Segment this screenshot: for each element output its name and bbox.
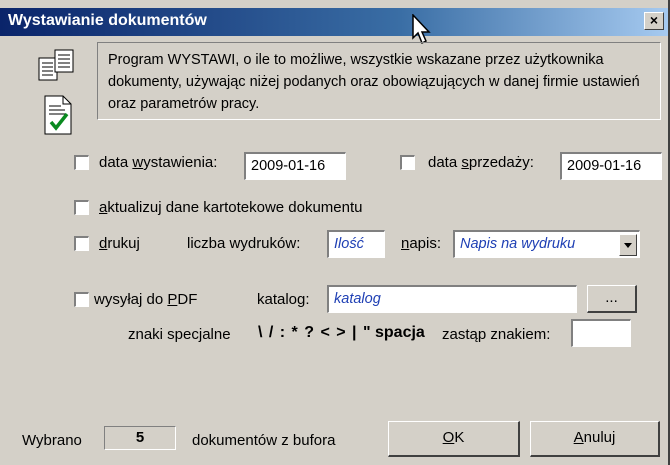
sale-date-row: data sprzedaży: <box>400 154 534 171</box>
issue-date-label: data wystawienia: <box>99 154 218 171</box>
replace-label: zastąp znakiem: <box>442 326 551 343</box>
window-title: Wystawianie dokumentów <box>8 12 207 29</box>
caption-dropdown-value: Napis na wydruku <box>460 236 576 252</box>
copies-field[interactable]: Ilość <box>327 230 385 258</box>
selected-count: 5 <box>104 426 176 450</box>
caption-dropdown[interactable]: Napis na wydruku <box>453 230 640 258</box>
close-button[interactable]: × <box>644 12 664 30</box>
sale-date-label: data sprzedaży: <box>428 154 534 171</box>
ok-button[interactable]: OK <box>388 421 520 457</box>
issue-date-field[interactable]: 2009-01-16 <box>244 152 346 180</box>
space-word: spacja <box>375 324 425 341</box>
update-card-label: aktualizuj dane kartotekowe dokumentu <box>99 199 363 216</box>
issue-date-row: data wystawienia: <box>74 154 217 171</box>
issue-date-checkbox[interactable] <box>74 155 89 170</box>
pdf-label: wysyłaj do PDF <box>94 291 198 308</box>
print-checkbox[interactable] <box>74 236 89 251</box>
replace-char-field[interactable] <box>571 319 631 347</box>
update-card-checkbox[interactable] <box>74 200 89 215</box>
special-chars-label: znaki specjalne <box>128 326 231 343</box>
selected-suffix: dokumentów z bufora <box>192 432 336 449</box>
pdf-row: wysyłaj do PDF <box>74 291 197 308</box>
folder-field[interactable]: katalog <box>327 285 577 313</box>
title-bar[interactable]: Wystawianie dokumentów × <box>0 8 668 36</box>
copies-label: liczba wydruków: <box>187 235 301 252</box>
dialog-window: Wystawianie dokumentów × Program WYSTAWI… <box>0 0 670 465</box>
pdf-checkbox[interactable] <box>74 292 89 307</box>
browse-button[interactable]: ... <box>587 285 637 313</box>
info-text: Program WYSTAWI, o ile to możliwe, wszys… <box>97 42 661 120</box>
folder-label: katalog: <box>257 291 310 308</box>
cancel-button[interactable]: Anuluj <box>530 421 660 457</box>
selected-label: Wybrano <box>22 432 82 449</box>
sale-date-field[interactable]: 2009-01-16 <box>560 152 662 180</box>
update-card-row: aktualizuj dane kartotekowe dokumentu <box>74 199 363 216</box>
document-check-icon <box>44 95 72 135</box>
caption-label: napis: <box>401 235 442 252</box>
special-chars-list: \ / : * ? < > | " <box>258 324 372 341</box>
documents-icon <box>38 49 74 81</box>
sale-date-checkbox[interactable] <box>400 155 415 170</box>
chevron-down-icon[interactable] <box>619 234 637 256</box>
print-label: drukuj <box>99 235 140 252</box>
print-row: drukuj <box>74 235 140 252</box>
